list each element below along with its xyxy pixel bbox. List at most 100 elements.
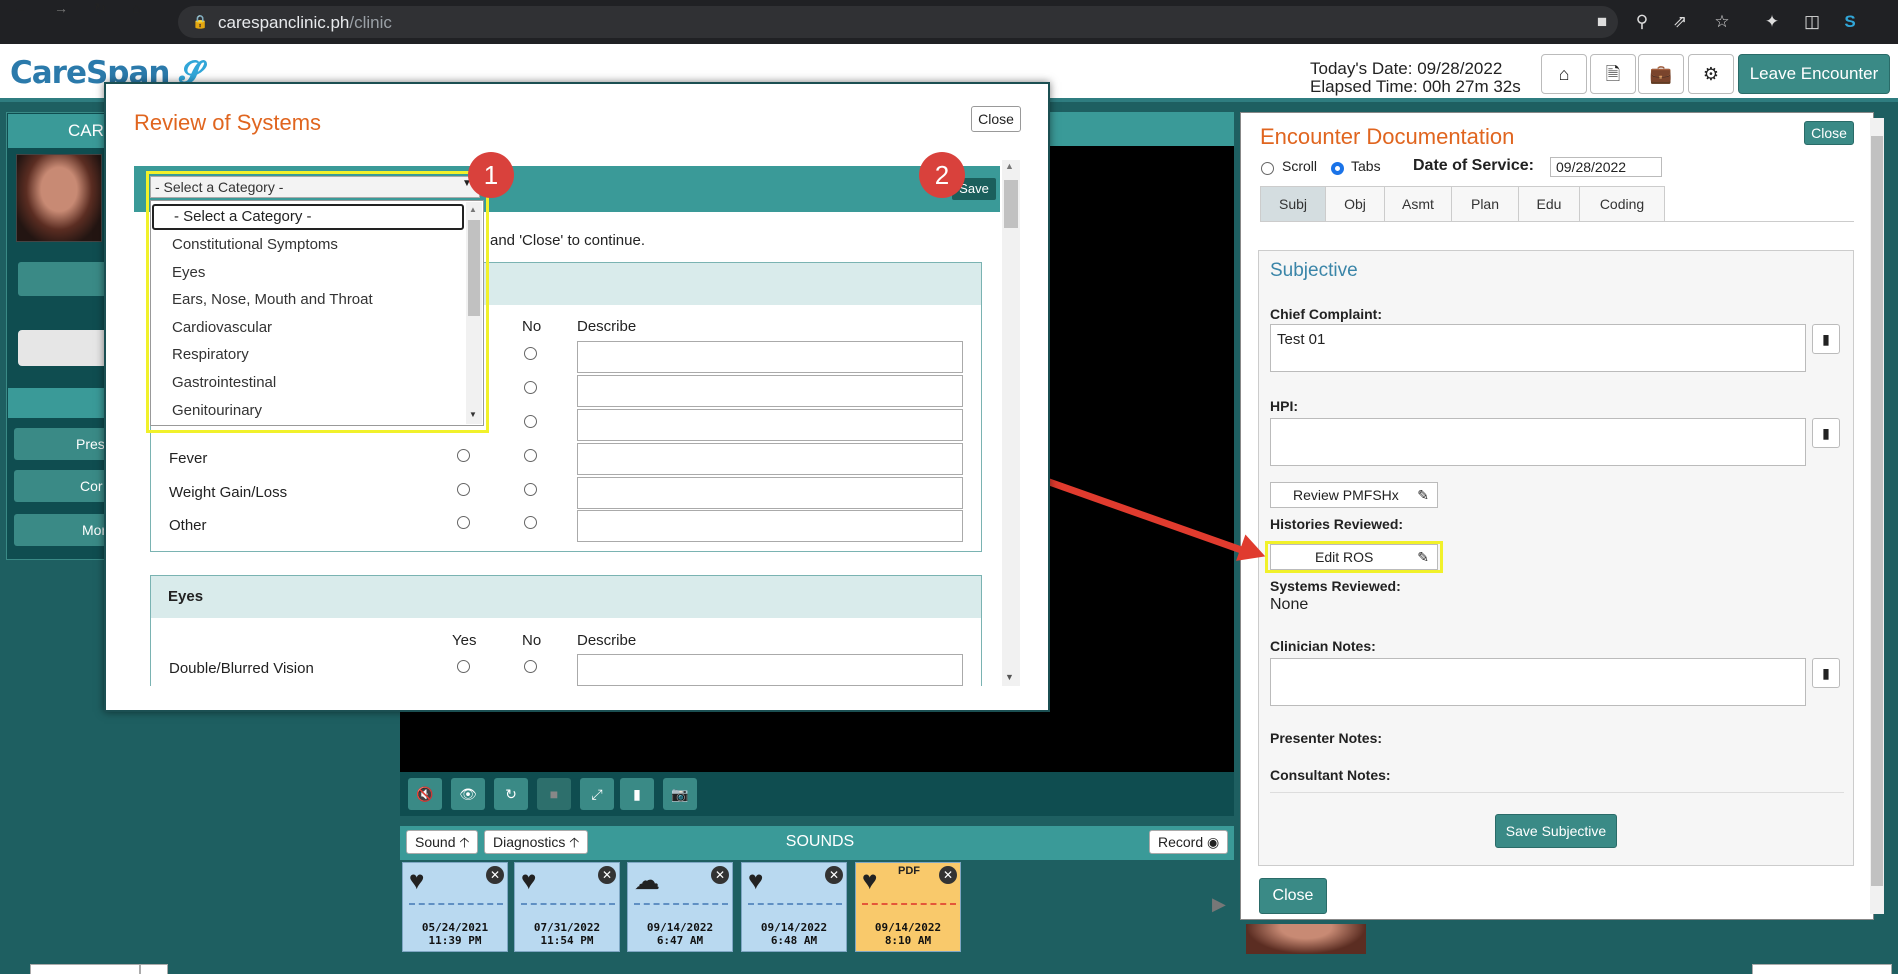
leave-encounter-button[interactable]: Leave Encounter — [1738, 54, 1890, 94]
no-radio[interactable] — [524, 660, 537, 673]
no-radio[interactable] — [524, 381, 537, 394]
record-button[interactable]: Record ◉ — [1149, 830, 1229, 854]
describe-field[interactable] — [577, 654, 963, 686]
sidepanel-icon[interactable]: ◫ — [1800, 10, 1824, 34]
view-scroll-radio[interactable] — [1261, 162, 1274, 175]
remove-icon[interactable]: ✕ — [486, 866, 504, 884]
tab-asmt[interactable]: Asmt — [1384, 186, 1452, 222]
forward-icon[interactable]: → — [54, 0, 68, 16]
bottom-left-button-2[interactable] — [140, 964, 168, 974]
dropdown-option[interactable]: Ears, Nose, Mouth and Throat — [172, 291, 373, 308]
refresh-video-icon[interactable]: ↻ — [494, 778, 528, 810]
dropdown-option[interactable]: Gastrointestinal — [172, 374, 276, 391]
share-icon[interactable]: ⇗ — [1668, 10, 1692, 34]
home-button[interactable]: ⌂ — [1541, 54, 1587, 94]
tab-edu[interactable]: Edu — [1518, 186, 1580, 222]
patient-action-button[interactable] — [18, 262, 118, 296]
hpi-field[interactable] — [1270, 418, 1806, 466]
tab-plan[interactable]: Plan — [1451, 186, 1519, 222]
dropdown-scrollbar-thumb[interactable] — [468, 220, 480, 316]
no-radio[interactable] — [524, 483, 537, 496]
remove-icon[interactable]: ✕ — [598, 866, 616, 884]
bottom-left-button[interactable] — [30, 964, 140, 974]
bag-button[interactable]: 💼 — [1638, 54, 1684, 94]
tab-subj[interactable]: Subj — [1260, 186, 1326, 222]
fullscreen-icon[interactable]: ⤢ — [580, 778, 614, 810]
scroll-up-icon[interactable]: ▲ — [469, 205, 477, 214]
dropdown-option[interactable]: Eyes — [172, 264, 205, 281]
encounter-scrollbar-thumb[interactable] — [1871, 136, 1883, 886]
sound-thumb[interactable]: ♥ ✕ 07/31/2022 11:54 PM — [514, 862, 620, 952]
encounter-bottom-close-button[interactable]: Close — [1259, 878, 1327, 914]
patient-secondary-button[interactable] — [18, 330, 118, 366]
flashlight-icon[interactable]: ▮ — [620, 778, 654, 810]
scroll-down-icon[interactable]: ▼ — [469, 410, 477, 419]
left-button-mor[interactable]: Mor — [14, 514, 114, 546]
mute-icon[interactable]: 🔇 — [408, 778, 442, 810]
dropdown-option[interactable]: Genitourinary — [172, 402, 262, 419]
no-radio[interactable] — [524, 516, 537, 529]
sound-thumb[interactable]: ♥ ✕ 05/24/2021 11:39 PM — [402, 862, 508, 952]
zoom-icon[interactable]: ⚲ — [1630, 10, 1654, 34]
left-button-cor[interactable]: Cor — [14, 470, 114, 502]
dropdown-option[interactable]: Constitutional Symptoms — [172, 236, 338, 253]
describe-field[interactable] — [577, 341, 963, 373]
dictate-hpi-button[interactable]: ▮ — [1812, 418, 1840, 448]
describe-field[interactable] — [577, 375, 963, 407]
hide-icon[interactable]: 👁 — [451, 778, 485, 810]
remove-icon[interactable]: ✕ — [939, 866, 957, 884]
pdf-thumb[interactable]: ♥ PDF ✕ 09/14/2022 8:10 AM — [855, 862, 961, 952]
describe-field[interactable] — [577, 477, 963, 509]
remove-icon[interactable]: ✕ — [825, 866, 843, 884]
date-of-service-input[interactable]: 09/28/2022 — [1550, 157, 1662, 177]
yes-radio[interactable] — [457, 516, 470, 529]
profile-icon[interactable]: S — [1838, 10, 1862, 34]
yes-radio[interactable] — [457, 660, 470, 673]
back-icon[interactable]: ← — [12, 0, 26, 16]
describe-field[interactable] — [577, 443, 963, 475]
view-tabs-radio[interactable] — [1331, 162, 1344, 175]
clinician-notes-field[interactable] — [1270, 658, 1806, 706]
edit-ros-button[interactable]: Edit ROS ✎ — [1270, 544, 1438, 570]
camera-icon[interactable]: ■ — [1590, 10, 1614, 34]
snapshot-icon[interactable]: 📷 — [663, 778, 697, 810]
category-select[interactable]: - Select a Category - — [150, 176, 480, 198]
yes-radio[interactable] — [457, 483, 470, 496]
sound-thumb[interactable]: ☁ ✕ 09/14/2022 6:47 AM — [627, 862, 733, 952]
chevron-right-icon[interactable]: ▶ — [1212, 894, 1226, 915]
no-radio[interactable] — [524, 449, 537, 462]
describe-field[interactable] — [577, 510, 963, 542]
tab-obj[interactable]: Obj — [1325, 186, 1385, 222]
scroll-up-icon[interactable]: ▲ — [1005, 161, 1014, 171]
no-radio[interactable] — [524, 415, 537, 428]
extensions-icon[interactable]: ✦ — [1760, 10, 1784, 34]
tab-coding[interactable]: Coding — [1579, 186, 1665, 222]
ros-close-button[interactable]: Close — [971, 106, 1021, 132]
settings-button[interactable]: ⚙ — [1688, 54, 1734, 94]
encounter-close-button[interactable]: Close — [1804, 121, 1854, 145]
left-button-pres[interactable]: Pres — [14, 428, 114, 460]
review-pmfshx-button[interactable]: Review PMFSHx ✎ — [1270, 482, 1438, 508]
reload-icon[interactable]: ↻ — [94, 0, 106, 17]
bottom-right-button[interactable] — [1752, 964, 1892, 974]
no-radio[interactable] — [524, 347, 537, 360]
dropdown-option-selected[interactable]: - Select a Category - — [152, 204, 464, 230]
ros-scrollbar-thumb[interactable] — [1004, 180, 1018, 228]
address-bar[interactable] — [178, 6, 1618, 38]
dropdown-option[interactable]: Respiratory — [172, 346, 249, 363]
document-button[interactable]: 🗎 — [1590, 54, 1636, 94]
chief-complaint-field[interactable]: Test 01 — [1270, 324, 1806, 372]
yes-radio[interactable] — [457, 449, 470, 462]
sound-sort-button[interactable]: Sound 🡡 — [406, 830, 479, 854]
star-icon[interactable]: ☆ — [1710, 10, 1734, 34]
ros-scrollbar[interactable] — [1002, 160, 1020, 686]
diagnostics-sort-button[interactable]: Diagnostics 🡡 — [484, 830, 589, 854]
dictate-clinician-notes-button[interactable]: ▮ — [1812, 658, 1840, 688]
remove-icon[interactable]: ✕ — [711, 866, 729, 884]
describe-field[interactable] — [577, 409, 963, 441]
save-subjective-button[interactable]: Save Subjective — [1495, 814, 1617, 848]
scroll-down-icon[interactable]: ▼ — [1005, 672, 1014, 682]
dictate-chief-complaint-button[interactable]: ▮ — [1812, 324, 1840, 354]
video-camera-icon[interactable]: ■ — [537, 778, 571, 810]
dropdown-option[interactable]: Cardiovascular — [172, 319, 272, 336]
